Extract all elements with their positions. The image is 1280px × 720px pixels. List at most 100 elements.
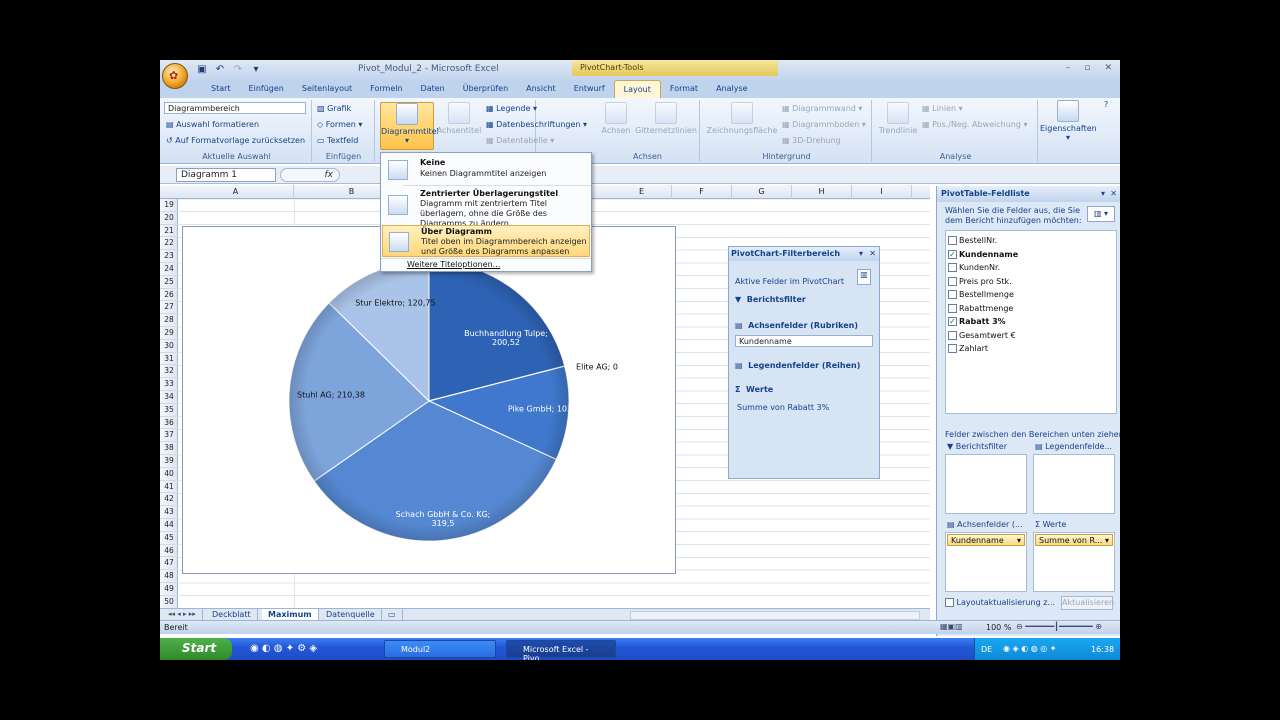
- row-header[interactable]: 19: [160, 199, 178, 212]
- format-selection-button[interactable]: ▤ Auswahl formatieren: [166, 120, 259, 129]
- field-checkbox[interactable]: [948, 263, 957, 272]
- row-header[interactable]: 47: [160, 557, 178, 571]
- row-header[interactable]: 33: [160, 378, 178, 391]
- column-header[interactable]: G: [732, 185, 792, 199]
- row-header[interactable]: 43: [160, 506, 178, 519]
- row-header[interactable]: 29: [160, 327, 178, 340]
- tray-icons[interactable]: ◉ ◈ ◐ ◍ ◎ ✦: [1003, 644, 1057, 653]
- row-header[interactable]: 34: [160, 391, 178, 404]
- row-header[interactable]: 49: [160, 583, 178, 596]
- row-header[interactable]: 27: [160, 301, 178, 315]
- restore-icon[interactable]: ▫: [1084, 63, 1090, 73]
- kundenname-pill[interactable]: Kundenname ▾: [947, 534, 1025, 546]
- name-box[interactable]: Diagramm 1: [176, 168, 276, 182]
- field-item[interactable]: BestellNr.: [948, 235, 997, 247]
- help-icon[interactable]: ?: [1104, 100, 1108, 109]
- data-labels-button[interactable]: ▦ Datenbeschriftungen ▾: [486, 120, 587, 129]
- row-header[interactable]: 39: [160, 455, 178, 468]
- field-checkbox[interactable]: [948, 290, 957, 299]
- row-header[interactable]: 36: [160, 417, 178, 430]
- menu-item-keine[interactable]: Keine Keinen Diagrammtitel anzeigen: [382, 155, 590, 185]
- close-icon[interactable]: ✕: [1104, 63, 1112, 73]
- plot-area-button[interactable]: Zeichnungsfläche: [704, 102, 780, 135]
- row-header[interactable]: 28: [160, 314, 178, 327]
- tab-formeln[interactable]: Formeln: [361, 80, 411, 98]
- field-item[interactable]: Zahlart: [948, 343, 988, 355]
- field-checkbox[interactable]: ✓: [948, 249, 957, 259]
- insert-picture-button[interactable]: ▧ Grafik: [317, 104, 351, 113]
- row-header[interactable]: 40: [160, 468, 178, 481]
- field-checkbox[interactable]: [948, 276, 957, 286]
- tab-ansicht[interactable]: Ansicht: [517, 80, 565, 98]
- row-header[interactable]: 21: [160, 225, 178, 238]
- reset-style-button[interactable]: ↺ Auf Formatvorlage zurücksetzen: [166, 136, 305, 145]
- taskbar-excel[interactable]: Microsoft Excel - Pivo...: [506, 640, 616, 660]
- more-title-options[interactable]: Weitere Titeloptionen...: [407, 260, 500, 269]
- field-checkbox[interactable]: [948, 330, 957, 340]
- chart-floor-button[interactable]: ▦ Diagrammboden ▾: [782, 120, 866, 129]
- row-header[interactable]: 31: [160, 353, 178, 366]
- field-checkbox[interactable]: [948, 344, 957, 353]
- insert-textbox-button[interactable]: ▭ Textfeld: [317, 136, 358, 145]
- properties-button[interactable]: Eigenschaften ▾: [1040, 100, 1097, 142]
- row-header[interactable]: 45: [160, 532, 178, 545]
- row-header[interactable]: 41: [160, 481, 178, 494]
- field-item[interactable]: Bestellmenge: [948, 289, 1014, 301]
- row-header[interactable]: 44: [160, 519, 178, 532]
- tab-daten[interactable]: Daten: [412, 80, 454, 98]
- zoom-slider[interactable]: ⊖ ━━━━━━┃━━━━━━━ ⊕: [1016, 622, 1102, 631]
- layout-icon[interactable]: ▥ ▾: [1087, 206, 1115, 222]
- field-checkbox[interactable]: ✓: [948, 317, 957, 326]
- row-header[interactable]: 38: [160, 442, 178, 455]
- legend-button[interactable]: ▦ Legende ▾: [486, 104, 537, 113]
- close-icon[interactable]: ✕: [869, 250, 876, 258]
- close-icon[interactable]: ✕: [1110, 190, 1117, 198]
- start-button[interactable]: Start: [160, 638, 232, 660]
- trendline-button[interactable]: Trendlinie: [876, 102, 920, 135]
- row-header[interactable]: 46: [160, 545, 178, 558]
- tab-start[interactable]: Start: [202, 80, 240, 98]
- up-down-bars-button[interactable]: ▦ Pos./Neg. Abweichung ▾: [922, 120, 1028, 129]
- row-header[interactable]: 42: [160, 493, 178, 507]
- row-header[interactable]: 22: [160, 237, 178, 251]
- tab-einfuegen[interactable]: Einfügen: [240, 80, 293, 98]
- menu-item-overlay-title[interactable]: Zentrierter Überlagerungstitel Diagramm …: [382, 187, 590, 228]
- row-header[interactable]: 50: [160, 596, 178, 609]
- pivot-chart[interactable]: Buchhandlung Tulpe; 200,52 Elite AG; 0 Pik…: [182, 226, 676, 574]
- row-header[interactable]: 30: [160, 340, 178, 353]
- field-item[interactable]: Gesamtwert €: [948, 330, 1016, 342]
- kundenname-filter-dropdown[interactable]: Kundenname: [735, 335, 873, 347]
- field-item[interactable]: Rabattmenge: [948, 303, 1013, 315]
- field-item[interactable]: Preis pro Stk.: [948, 276, 1012, 288]
- 3d-rotation-button[interactable]: ▦ 3D-Drehung: [782, 136, 841, 145]
- view-buttons[interactable]: ▦▣▥: [940, 622, 963, 631]
- tab-entwurf[interactable]: Entwurf: [565, 80, 614, 98]
- taskbar-modul2[interactable]: Modul2: [384, 640, 496, 658]
- customize-qat-icon[interactable]: ▾: [250, 64, 262, 76]
- tab-analyse[interactable]: Analyse: [707, 80, 757, 98]
- row-header[interactable]: 26: [160, 289, 178, 302]
- field-checkbox[interactable]: [948, 303, 957, 313]
- fx-button[interactable]: fx: [280, 168, 340, 182]
- undo-icon[interactable]: ↶: [214, 64, 226, 76]
- row-header[interactable]: 35: [160, 404, 178, 417]
- axes-button[interactable]: Achsen: [600, 102, 632, 135]
- horizontal-scrollbar[interactable]: [630, 611, 920, 620]
- row-header[interactable]: 24: [160, 263, 178, 276]
- summe-pill[interactable]: Summe von R... ▾: [1035, 534, 1113, 546]
- quick-launch-icons[interactable]: ◉ ◐ ◍ ✦ ⚙ ◈: [250, 643, 317, 654]
- redo-icon[interactable]: ↷: [232, 64, 244, 76]
- column-header[interactable]: I: [852, 185, 912, 199]
- update-button[interactable]: Aktualisieren: [1061, 596, 1114, 610]
- row-header[interactable]: 48: [160, 570, 178, 583]
- layout-icon[interactable]: ▥: [857, 269, 871, 285]
- row-header[interactable]: 25: [160, 276, 178, 289]
- report-filter-drop-area[interactable]: [945, 454, 1027, 514]
- defer-checkbox[interactable]: [945, 598, 954, 607]
- data-table-button[interactable]: ▦ Datentabelle ▾: [486, 136, 554, 145]
- tab-seitenlayout[interactable]: Seitenlayout: [293, 80, 361, 98]
- chart-element-dropdown[interactable]: Diagrammbereich: [164, 102, 306, 114]
- field-checkbox[interactable]: [948, 236, 957, 245]
- tab-ueberpruefen[interactable]: Überprüfen: [454, 80, 517, 98]
- chart-title-button[interactable]: Diagrammtitel ▾: [380, 102, 439, 150]
